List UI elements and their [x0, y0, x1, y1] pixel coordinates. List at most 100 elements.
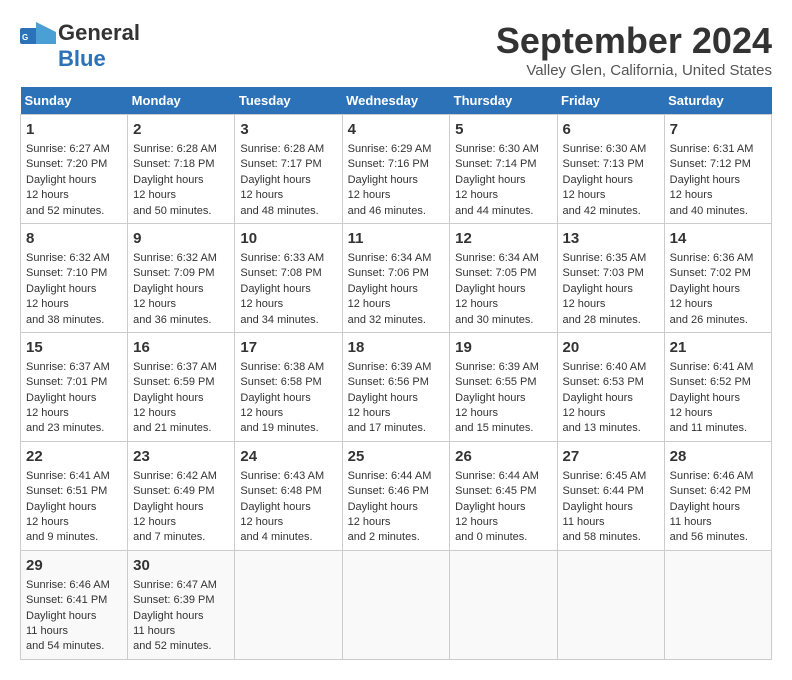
day-number: 29: [26, 555, 122, 576]
day-number: 30: [133, 555, 229, 576]
calendar-cell: [342, 550, 450, 659]
calendar-table: Sunday Monday Tuesday Wednesday Thursday…: [20, 87, 772, 660]
day-number: 27: [563, 446, 659, 467]
month-title: September 2024: [496, 20, 772, 62]
col-friday: Friday: [557, 87, 664, 115]
day-info: Sunrise: 6:30 AMSunset: 7:14 PMDaylight …: [455, 143, 539, 217]
calendar-cell: 24Sunrise: 6:43 AMSunset: 6:48 PMDayligh…: [235, 441, 342, 550]
day-number: 14: [670, 228, 766, 249]
day-number: 28: [670, 446, 766, 467]
calendar-cell: [450, 550, 557, 659]
day-number: 10: [240, 228, 336, 249]
day-info: Sunrise: 6:34 AMSunset: 7:05 PMDaylight …: [455, 252, 539, 326]
logo-icon: G: [20, 22, 56, 44]
week-row: 29 Sunrise: 6:46 AMSunset: 6:41 PMDayligh…: [21, 550, 772, 659]
day-number: 11: [348, 228, 445, 249]
day-number: 19: [455, 337, 551, 358]
calendar-cell: [664, 550, 771, 659]
day-info: Sunrise: 6:33 AMSunset: 7:08 PMDaylight …: [240, 252, 324, 326]
calendar-cell: 8 Sunrise: 6:32 AMSunset: 7:10 PMDaylight…: [21, 223, 128, 332]
calendar-cell: 20 Sunrise: 6:40 AMSunset: 6:53 PMDayligh…: [557, 332, 664, 441]
day-info: Sunrise: 6:39 AMSunset: 6:56 PMDaylight …: [348, 361, 432, 435]
calendar-cell: 13Sunrise: 6:35 AMSunset: 7:03 PMDayligh…: [557, 223, 664, 332]
page-header: G General Blue September 2024 Valley Gle…: [20, 20, 772, 79]
day-number: 25: [348, 446, 445, 467]
day-number: 13: [563, 228, 659, 249]
calendar-cell: 1 Sunrise: 6:27 AMSunset: 7:20 PMDaylight…: [21, 115, 128, 224]
day-info: Sunrise: 6:38 AMSunset: 6:58 PMDaylight …: [240, 361, 324, 435]
week-row: 1 Sunrise: 6:27 AMSunset: 7:20 PMDaylight…: [21, 115, 772, 224]
week-row: 15 Sunrise: 6:37 AMSunset: 7:01 PMDayligh…: [21, 332, 772, 441]
col-thursday: Thursday: [450, 87, 557, 115]
day-info: Sunrise: 6:27 AMSunset: 7:20 PMDaylight …: [26, 143, 110, 217]
day-info: Sunrise: 6:31 AMSunset: 7:12 PMDaylight …: [670, 143, 754, 217]
calendar-cell: 26 Sunrise: 6:44 AMSunset: 6:45 PMDayligh…: [450, 441, 557, 550]
day-info: Sunrise: 6:46 AMSunset: 6:41 PMDaylight …: [26, 579, 110, 653]
day-info: Sunrise: 6:44 AMSunset: 6:46 PMDaylight …: [348, 470, 432, 544]
calendar-cell: 2 Sunrise: 6:28 AMSunset: 7:18 PMDaylight…: [128, 115, 235, 224]
calendar-cell: 7 Sunrise: 6:31 AMSunset: 7:12 PMDaylight…: [664, 115, 771, 224]
calendar-cell: 5Sunrise: 6:30 AMSunset: 7:14 PMDaylight…: [450, 115, 557, 224]
calendar-cell: 28Sunrise: 6:46 AMSunset: 6:42 PMDayligh…: [664, 441, 771, 550]
day-number: 15: [26, 337, 122, 358]
calendar-cell: 12Sunrise: 6:34 AMSunset: 7:05 PMDayligh…: [450, 223, 557, 332]
day-info: Sunrise: 6:36 AMSunset: 7:02 PMDaylight …: [670, 252, 754, 326]
calendar-cell: 25 Sunrise: 6:44 AMSunset: 6:46 PMDayligh…: [342, 441, 450, 550]
day-number: 18: [348, 337, 445, 358]
day-info: Sunrise: 6:41 AMSunset: 6:51 PMDaylight …: [26, 470, 110, 544]
calendar-cell: 17 Sunrise: 6:38 AMSunset: 6:58 PMDayligh…: [235, 332, 342, 441]
day-number: 6: [563, 119, 659, 140]
day-info: Sunrise: 6:34 AMSunset: 7:06 PMDaylight …: [348, 252, 432, 326]
calendar-cell: 15 Sunrise: 6:37 AMSunset: 7:01 PMDayligh…: [21, 332, 128, 441]
location: Valley Glen, California, United States: [496, 62, 772, 79]
col-monday: Monday: [128, 87, 235, 115]
day-info: Sunrise: 6:43 AMSunset: 6:48 PMDaylight …: [240, 470, 324, 544]
calendar-cell: 22 Sunrise: 6:41 AMSunset: 6:51 PMDayligh…: [21, 441, 128, 550]
day-number: 7: [670, 119, 766, 140]
calendar-cell: 21Sunrise: 6:41 AMSunset: 6:52 PMDayligh…: [664, 332, 771, 441]
calendar-cell: 6Sunrise: 6:30 AMSunset: 7:13 PMDaylight…: [557, 115, 664, 224]
col-saturday: Saturday: [664, 87, 771, 115]
day-info: Sunrise: 6:40 AMSunset: 6:53 PMDaylight …: [563, 361, 647, 435]
day-number: 22: [26, 446, 122, 467]
day-number: 2: [133, 119, 229, 140]
day-info: Sunrise: 6:47 AMSunset: 6:39 PMDaylight …: [133, 579, 217, 653]
logo-general: General: [58, 20, 140, 46]
day-number: 9: [133, 228, 229, 249]
calendar-cell: 19Sunrise: 6:39 AMSunset: 6:55 PMDayligh…: [450, 332, 557, 441]
calendar-cell: [557, 550, 664, 659]
day-info: Sunrise: 6:32 AMSunset: 7:09 PMDaylight …: [133, 252, 217, 326]
day-number: 4: [348, 119, 445, 140]
title-area: September 2024 Valley Glen, California, …: [496, 20, 772, 79]
day-number: 21: [670, 337, 766, 358]
calendar-cell: 23Sunrise: 6:42 AMSunset: 6:49 PMDayligh…: [128, 441, 235, 550]
day-info: Sunrise: 6:37 AMSunset: 7:01 PMDaylight …: [26, 361, 110, 435]
day-info: Sunrise: 6:37 AMSunset: 6:59 PMDaylight …: [133, 361, 217, 435]
header-row: Sunday Monday Tuesday Wednesday Thursday…: [21, 87, 772, 115]
logo-blue: Blue: [58, 46, 106, 72]
calendar-cell: 9 Sunrise: 6:32 AMSunset: 7:09 PMDaylight…: [128, 223, 235, 332]
day-info: Sunrise: 6:44 AMSunset: 6:45 PMDaylight …: [455, 470, 539, 544]
col-wednesday: Wednesday: [342, 87, 450, 115]
day-number: 1: [26, 119, 122, 140]
calendar-cell: [235, 550, 342, 659]
calendar-cell: 10 Sunrise: 6:33 AMSunset: 7:08 PMDayligh…: [235, 223, 342, 332]
day-number: 16: [133, 337, 229, 358]
day-number: 17: [240, 337, 336, 358]
calendar-cell: 16 Sunrise: 6:37 AMSunset: 6:59 PMDayligh…: [128, 332, 235, 441]
day-info: Sunrise: 6:45 AMSunset: 6:44 PMDaylight …: [563, 470, 647, 544]
day-number: 20: [563, 337, 659, 358]
day-number: 8: [26, 228, 122, 249]
day-number: 3: [240, 119, 336, 140]
day-info: Sunrise: 6:32 AMSunset: 7:10 PMDaylight …: [26, 252, 110, 326]
svg-text:G: G: [22, 33, 28, 42]
calendar-cell: 4Sunrise: 6:29 AMSunset: 7:16 PMDaylight…: [342, 115, 450, 224]
col-sunday: Sunday: [21, 87, 128, 115]
week-row: 8 Sunrise: 6:32 AMSunset: 7:10 PMDaylight…: [21, 223, 772, 332]
day-number: 23: [133, 446, 229, 467]
day-number: 26: [455, 446, 551, 467]
col-tuesday: Tuesday: [235, 87, 342, 115]
day-info: Sunrise: 6:28 AMSunset: 7:18 PMDaylight …: [133, 143, 217, 217]
logo: G General Blue: [20, 20, 140, 72]
calendar-cell: 11 Sunrise: 6:34 AMSunset: 7:06 PMDayligh…: [342, 223, 450, 332]
